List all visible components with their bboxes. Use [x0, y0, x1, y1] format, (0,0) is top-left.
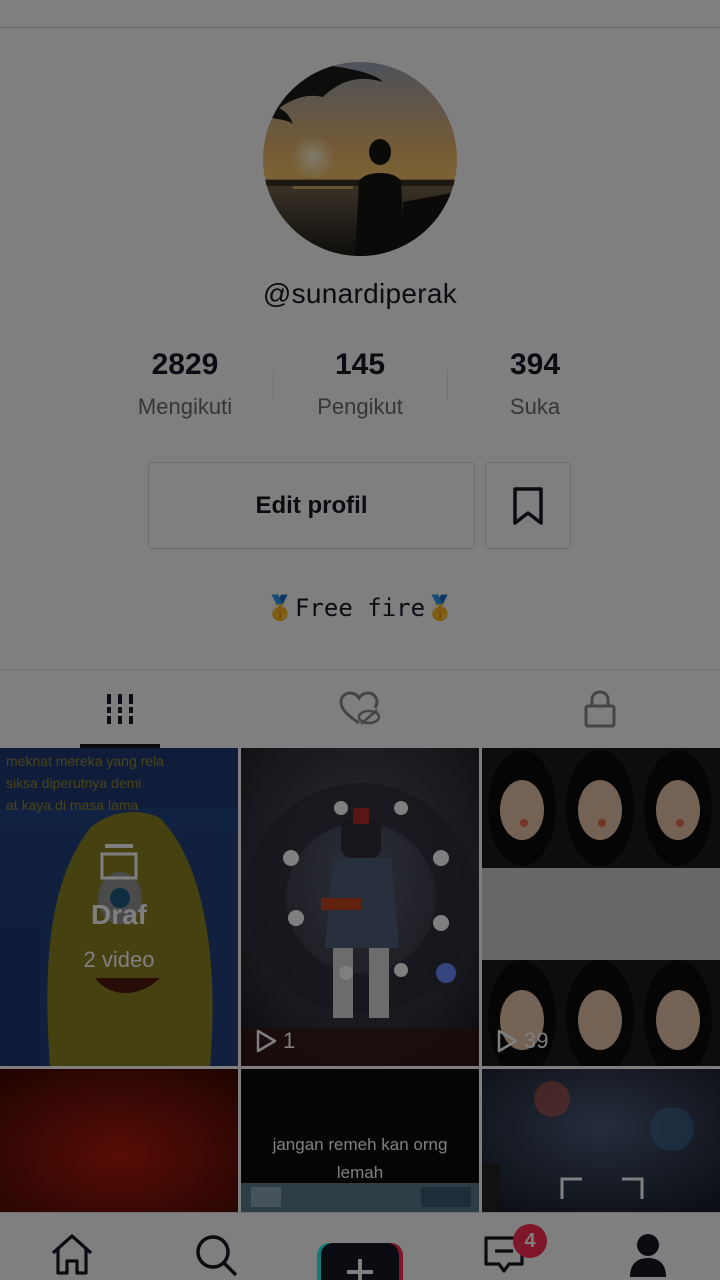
- view-count-value: 1: [283, 1028, 296, 1053]
- avatar-image: [263, 62, 457, 256]
- video-caption: lemah: [336, 1163, 384, 1182]
- view-count-value: 39: [524, 1028, 549, 1053]
- video-thumbnail: [241, 748, 479, 1066]
- favorites-button[interactable]: [485, 462, 571, 549]
- video-tile[interactable]: [0, 1069, 238, 1212]
- video-caption: jangan remeh kan orng: [272, 1135, 448, 1154]
- lock-icon: [584, 690, 616, 728]
- likes-count: 394: [509, 348, 561, 381]
- grid-icon: [104, 694, 136, 724]
- tab-videos[interactable]: [0, 670, 240, 748]
- tab-liked[interactable]: [240, 670, 480, 748]
- create-button[interactable]: [317, 1243, 403, 1280]
- nav-home[interactable]: [0, 1213, 144, 1280]
- video-thumbnail: [482, 748, 720, 1066]
- draft-count: 2 video: [83, 947, 155, 972]
- medal-icon: 🥇: [265, 594, 295, 622]
- nav-discover[interactable]: [144, 1213, 288, 1280]
- likes-stat[interactable]: 394 Suka: [445, 346, 625, 420]
- play-icon: [256, 1029, 277, 1053]
- view-count: 39: [496, 1028, 548, 1054]
- play-icon: [497, 1029, 518, 1053]
- draft-overlay: Draf 2 video: [0, 748, 238, 1066]
- bottom-nav: [0, 1212, 720, 1280]
- bookmark-icon: [513, 486, 543, 525]
- liked-hidden-icon: [339, 691, 381, 725]
- video-tile[interactable]: jangan remeh kan orng lemah: [241, 1069, 479, 1212]
- video-grid: meknat mereka yang rela siksa diperutnya…: [0, 748, 720, 1212]
- nav-profile[interactable]: [576, 1213, 720, 1280]
- followers-label: Pengikut: [317, 394, 403, 419]
- medal-icon: 🥇: [425, 594, 455, 622]
- followers-count: 145: [334, 348, 386, 381]
- drafts-tile[interactable]: meknat mereka yang rela siksa diperutnya…: [0, 748, 238, 1066]
- create-icon: [317, 1243, 403, 1280]
- following-count: 2829: [151, 348, 219, 381]
- nav-inbox[interactable]: [432, 1213, 576, 1280]
- view-count: 1: [255, 1028, 295, 1054]
- video-tile[interactable]: 39: [482, 748, 720, 1066]
- draft-box-icon: [100, 844, 138, 880]
- video-tile[interactable]: 1: [241, 748, 479, 1066]
- username: @sunardiperak: [262, 278, 458, 309]
- video-thumbnail: [482, 1069, 720, 1212]
- tab-private[interactable]: [480, 670, 720, 748]
- following-label: Mengikuti: [137, 394, 233, 419]
- draft-title: Draf: [90, 899, 147, 930]
- likes-label: Suka: [509, 394, 561, 419]
- profile-icon: [630, 1234, 666, 1277]
- top-divider: [0, 27, 720, 28]
- search-icon: [196, 1235, 238, 1277]
- bio-text: Free fire: [294, 594, 426, 622]
- following-stat[interactable]: 2829 Mengikuti: [95, 346, 275, 420]
- bio: 🥇Free fire🥇: [0, 594, 720, 622]
- edit-profile-button[interactable]: Edit profil: [148, 462, 475, 549]
- video-tile[interactable]: [482, 1069, 720, 1212]
- video-thumbnail: [0, 1069, 238, 1212]
- avatar[interactable]: [263, 62, 457, 256]
- inbox-badge: 4: [513, 1224, 547, 1258]
- home-icon: [51, 1234, 93, 1275]
- followers-stat[interactable]: 145 Pengikut: [270, 346, 450, 420]
